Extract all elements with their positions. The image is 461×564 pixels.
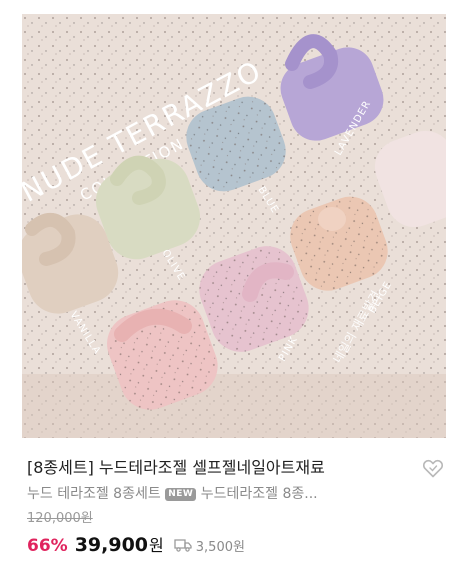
title-row: [8종세트] 누드테라조젤 셀프젤네일아트재료 (27, 455, 447, 481)
new-badge: NEW (165, 488, 197, 501)
product-image[interactable]: NUDE TERRAZZO COLLECTION (22, 14, 446, 438)
price-row: 66% 39,900 원 3,500원 (27, 532, 245, 558)
truck-icon (174, 539, 192, 552)
shipping-fee-value: 3,500원 (195, 539, 245, 555)
original-price: 120,000원 (27, 511, 93, 526)
subtitle-text-before: 누드 테라조젤 8종세트 (27, 486, 166, 502)
price-unit: 원 (149, 536, 164, 555)
wishlist-button[interactable] (421, 456, 445, 480)
heart-outline-icon (422, 459, 444, 478)
discount-rate: 66% (27, 536, 68, 556)
product-photo-illustration: NUDE TERRAZZO COLLECTION (22, 14, 446, 438)
product-subtitle: 누드 테라조젤 8종세트 NEW 누드테라조젤 8종... (27, 484, 407, 504)
product-card[interactable]: NUDE TERRAZZO COLLECTION (0, 0, 461, 564)
subtitle-text-after: 누드테라조젤 8종... (196, 486, 318, 502)
product-title[interactable]: [8종세트] 누드테라조젤 셀프젤네일아트재료 (27, 455, 407, 481)
sale-price: 39,900 (74, 534, 149, 556)
shipping-fee: 3,500원 (174, 536, 245, 555)
